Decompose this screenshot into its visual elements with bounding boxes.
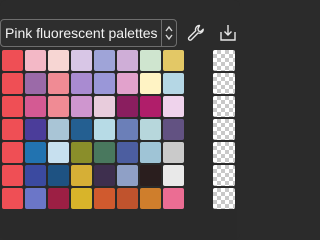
color-swatch[interactable] bbox=[94, 165, 115, 186]
color-swatch[interactable] bbox=[25, 96, 46, 117]
color-swatch[interactable] bbox=[94, 119, 115, 140]
color-swatch[interactable] bbox=[140, 119, 161, 140]
color-swatch[interactable] bbox=[2, 50, 23, 71]
color-swatch[interactable] bbox=[71, 188, 92, 209]
color-swatch[interactable] bbox=[163, 188, 184, 209]
color-swatch[interactable] bbox=[163, 165, 184, 186]
color-swatch[interactable] bbox=[117, 165, 138, 186]
color-swatch[interactable] bbox=[94, 142, 115, 163]
color-swatch[interactable] bbox=[117, 188, 138, 209]
color-swatch[interactable] bbox=[163, 73, 184, 94]
color-swatch[interactable] bbox=[163, 50, 184, 71]
palette-panel: Pink fluorescent palettes bbox=[0, 0, 240, 240]
color-swatch[interactable] bbox=[140, 73, 161, 94]
color-swatch[interactable] bbox=[163, 96, 184, 117]
color-swatch[interactable] bbox=[140, 142, 161, 163]
transparent-swatch[interactable] bbox=[213, 96, 235, 117]
color-swatch[interactable] bbox=[117, 50, 138, 71]
color-swatch[interactable] bbox=[140, 165, 161, 186]
transparent-swatch[interactable] bbox=[213, 50, 235, 71]
palette-dropdown-label: Pink fluorescent palettes bbox=[5, 25, 158, 41]
transparent-swatch[interactable] bbox=[213, 142, 235, 163]
download-icon bbox=[220, 25, 236, 41]
color-swatch[interactable] bbox=[48, 188, 69, 209]
color-swatch[interactable] bbox=[2, 73, 23, 94]
transparent-swatch[interactable] bbox=[213, 119, 235, 140]
color-swatch[interactable] bbox=[2, 165, 23, 186]
color-swatch[interactable] bbox=[163, 142, 184, 163]
wrench-icon bbox=[187, 24, 204, 41]
color-swatch[interactable] bbox=[48, 165, 69, 186]
palette-settings-button[interactable] bbox=[184, 21, 208, 45]
color-swatch[interactable] bbox=[94, 73, 115, 94]
import-palette-button[interactable] bbox=[216, 21, 240, 45]
color-swatch[interactable] bbox=[25, 73, 46, 94]
color-swatch[interactable] bbox=[71, 73, 92, 94]
color-swatch[interactable] bbox=[71, 50, 92, 71]
chevron-up-down-icon bbox=[161, 20, 176, 46]
transparent-swatch[interactable] bbox=[213, 73, 235, 94]
color-swatch[interactable] bbox=[48, 73, 69, 94]
color-swatch[interactable] bbox=[48, 142, 69, 163]
color-swatch[interactable] bbox=[94, 188, 115, 209]
color-swatch[interactable] bbox=[71, 96, 92, 117]
color-swatch[interactable] bbox=[117, 142, 138, 163]
color-swatch[interactable] bbox=[94, 96, 115, 117]
transparent-swatch[interactable] bbox=[213, 188, 235, 209]
color-swatch[interactable] bbox=[140, 96, 161, 117]
color-swatch[interactable] bbox=[140, 188, 161, 209]
color-swatch[interactable] bbox=[25, 142, 46, 163]
color-swatch[interactable] bbox=[25, 50, 46, 71]
color-swatch[interactable] bbox=[25, 165, 46, 186]
color-swatch[interactable] bbox=[94, 50, 115, 71]
color-swatch-grid bbox=[0, 50, 237, 240]
color-swatch[interactable] bbox=[2, 188, 23, 209]
color-swatch[interactable] bbox=[117, 96, 138, 117]
palette-dropdown[interactable]: Pink fluorescent palettes bbox=[0, 19, 177, 47]
color-swatch[interactable] bbox=[71, 165, 92, 186]
color-swatch[interactable] bbox=[163, 119, 184, 140]
color-swatch[interactable] bbox=[25, 188, 46, 209]
color-swatch[interactable] bbox=[71, 119, 92, 140]
color-swatch[interactable] bbox=[117, 73, 138, 94]
color-swatch[interactable] bbox=[71, 142, 92, 163]
color-swatch[interactable] bbox=[48, 119, 69, 140]
color-swatch[interactable] bbox=[2, 96, 23, 117]
color-swatch[interactable] bbox=[2, 119, 23, 140]
color-swatch[interactable] bbox=[140, 50, 161, 71]
color-swatch[interactable] bbox=[25, 119, 46, 140]
color-swatch[interactable] bbox=[117, 119, 138, 140]
transparent-swatch[interactable] bbox=[213, 165, 235, 186]
color-swatch[interactable] bbox=[48, 50, 69, 71]
color-swatch[interactable] bbox=[2, 142, 23, 163]
color-swatch[interactable] bbox=[48, 96, 69, 117]
palette-toolbar: Pink fluorescent palettes bbox=[0, 0, 240, 50]
